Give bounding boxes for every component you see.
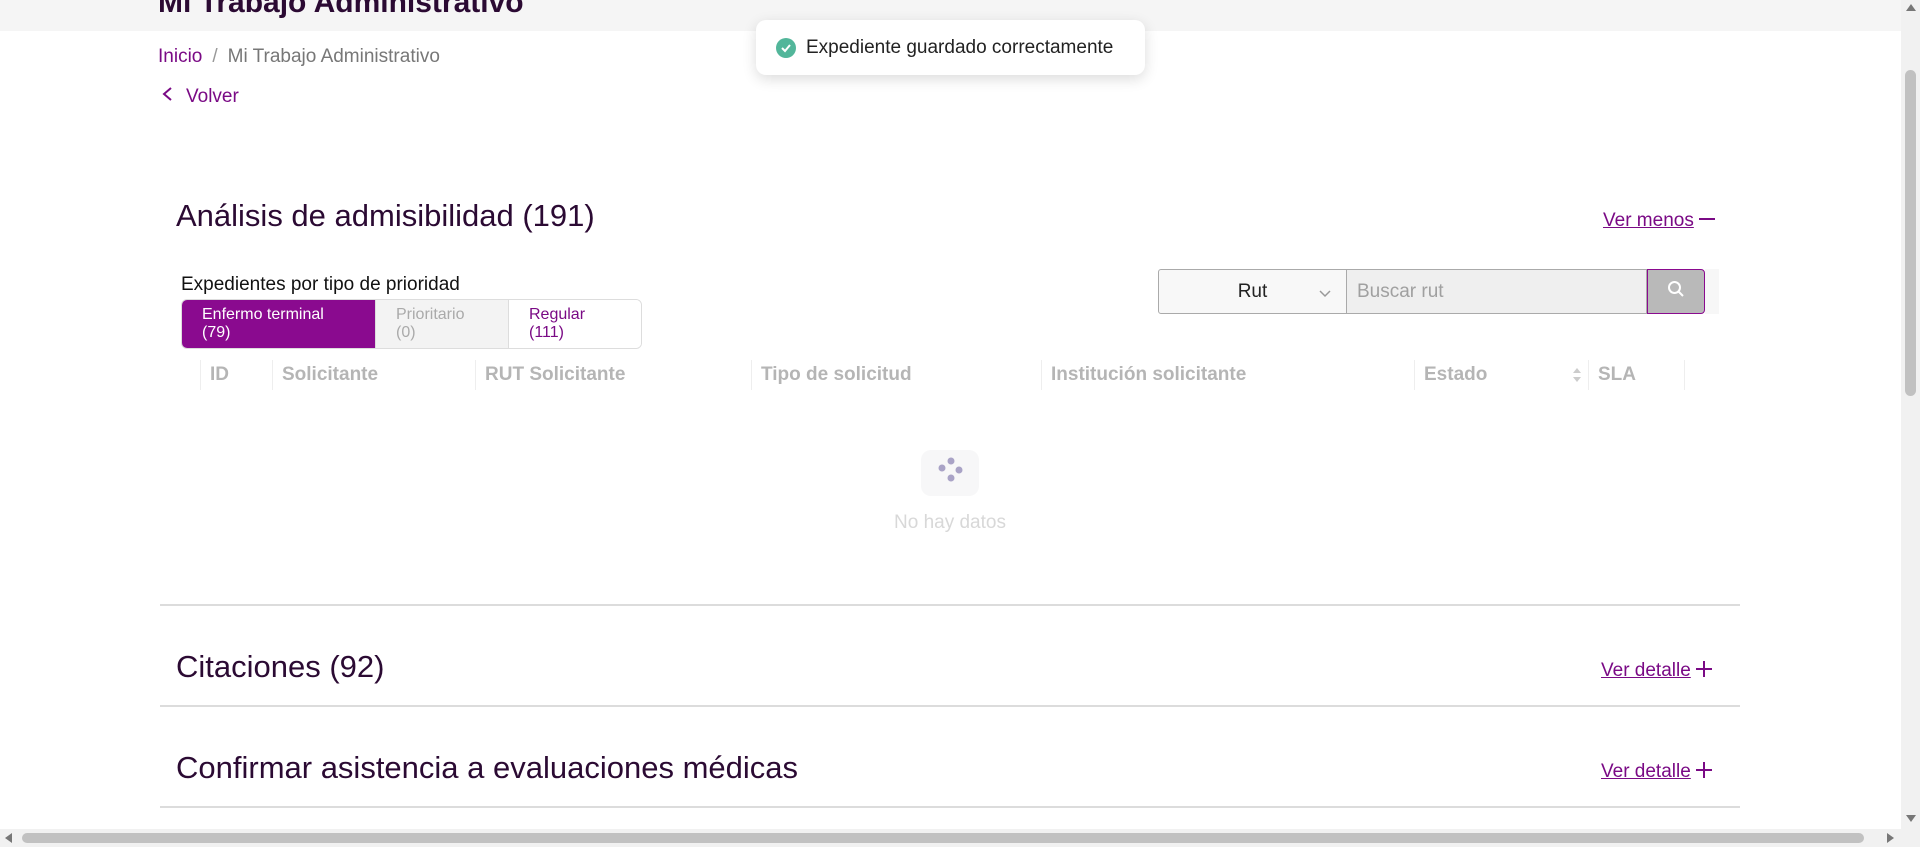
priority-tabs: Enfermo terminal (79) Prioritario (0) Re…	[181, 299, 642, 349]
column-institucion: Institución solicitante	[1051, 364, 1247, 385]
search-icon	[1667, 280, 1685, 303]
scroll-up-icon[interactable]	[1906, 4, 1916, 11]
ver-detalle-label: Ver detalle	[1601, 761, 1691, 782]
empty-text: No hay datos	[894, 512, 1006, 533]
loading-icon	[919, 448, 981, 500]
scroll-left-icon[interactable]	[5, 833, 12, 843]
column-estado[interactable]: Estado	[1414, 356, 1588, 394]
search-input[interactable]	[1347, 269, 1647, 314]
toast-message: Expediente guardado correctamente	[806, 36, 1114, 58]
section-title-confirmar-asistencia: Confirmar asistencia a evaluaciones médi…	[176, 750, 799, 785]
breadcrumb-separator: /	[212, 46, 218, 67]
ver-menos-link[interactable]: Ver menos	[1603, 209, 1716, 233]
section-title-admisibilidad: Análisis de admisibilidad (191)	[176, 198, 595, 233]
sort-icon	[1572, 366, 1582, 384]
tab-regular[interactable]: Regular (111)	[508, 300, 641, 348]
scroll-down-icon[interactable]	[1906, 815, 1916, 822]
search-filter-select[interactable]: Rut	[1158, 269, 1347, 314]
page-title: Mi Trabajo Administrativo	[158, 0, 524, 19]
horizontal-scroll-thumb[interactable]	[22, 833, 1864, 843]
breadcrumb-current: Mi Trabajo Administrativo	[227, 46, 440, 67]
scroll-right-icon[interactable]	[1887, 833, 1894, 843]
column-tipo-solicitud: Tipo de solicitud	[761, 364, 912, 385]
tab-enfermo-terminal[interactable]: Enfermo terminal (79)	[182, 300, 375, 348]
search-filter-value: Rut	[1237, 280, 1268, 302]
column-rut-solicitante: RUT Solicitante	[485, 364, 626, 385]
empty-state: No hay datos	[890, 448, 1010, 534]
tab-prioritario: Prioritario (0)	[375, 300, 508, 348]
vertical-scrollbar[interactable]	[1901, 0, 1920, 829]
column-sla: SLA	[1598, 364, 1636, 385]
check-circle-icon	[776, 37, 796, 58]
plus-icon	[1695, 659, 1713, 683]
column-estado-label: Estado	[1424, 364, 1488, 385]
breadcrumb: Inicio / Mi Trabajo Administrativo	[158, 46, 440, 68]
section-divider	[160, 604, 1740, 606]
ver-detalle-confirmar-link[interactable]: Ver detalle	[1601, 760, 1713, 784]
ver-detalle-label: Ver detalle	[1601, 660, 1691, 681]
search-button[interactable]	[1647, 269, 1705, 314]
column-id: ID	[210, 364, 229, 385]
back-link[interactable]: Volver	[160, 86, 239, 108]
back-label: Volver	[186, 86, 239, 107]
breadcrumb-home-link[interactable]: Inicio	[158, 46, 202, 68]
plus-icon	[1695, 760, 1713, 784]
column-solicitante: Solicitante	[282, 364, 379, 385]
table-header: ID Solicitante RUT Solicitante Tipo de s…	[200, 356, 1686, 394]
ver-menos-label: Ver menos	[1603, 210, 1694, 231]
column-divider	[1684, 360, 1685, 390]
chevron-left-icon	[160, 86, 176, 108]
chevron-down-icon	[1318, 284, 1332, 298]
search-addon-edge	[1705, 269, 1719, 314]
horizontal-scrollbar[interactable]	[0, 829, 1920, 847]
section-divider	[160, 806, 1740, 808]
minus-icon	[1698, 209, 1716, 233]
success-toast: Expediente guardado correctamente	[756, 20, 1145, 75]
ver-detalle-citaciones-link[interactable]: Ver detalle	[1601, 659, 1713, 683]
section-title-citaciones: Citaciones (92)	[176, 649, 385, 684]
priority-label: Expedientes por tipo de prioridad	[181, 274, 460, 295]
section-divider	[160, 705, 1740, 707]
vertical-scroll-thumb[interactable]	[1905, 70, 1916, 396]
